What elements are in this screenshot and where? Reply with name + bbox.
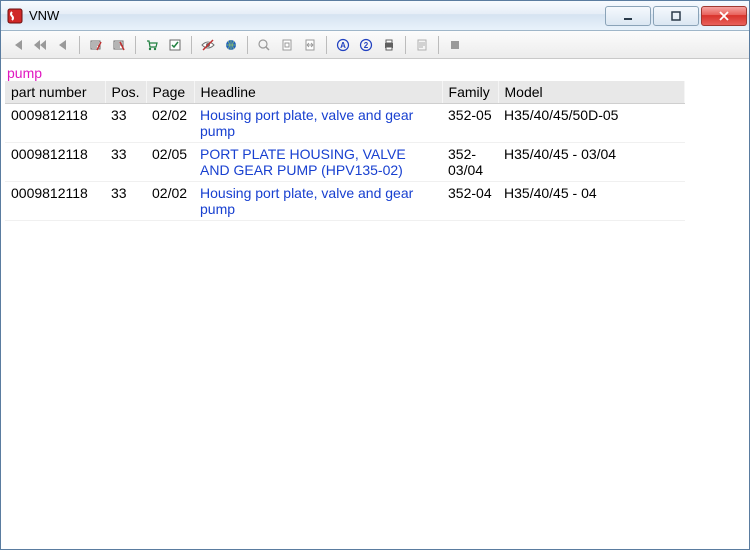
- app-icon: [7, 8, 23, 24]
- col-headline[interactable]: Headline: [194, 81, 442, 104]
- col-part-number[interactable]: part number: [5, 81, 105, 104]
- cell-pos: 33: [105, 143, 146, 182]
- cell-headline-link[interactable]: Housing port plate, valve and gear pump: [194, 182, 442, 221]
- cell-family: 352-05: [442, 104, 498, 143]
- page-fit-icon[interactable]: [277, 35, 297, 55]
- checklist-icon[interactable]: [165, 35, 185, 55]
- prev-icon[interactable]: [53, 35, 73, 55]
- col-pos[interactable]: Pos.: [105, 81, 146, 104]
- separator: [326, 36, 327, 54]
- a2-icon[interactable]: 2: [356, 35, 376, 55]
- minimize-button[interactable]: [605, 6, 651, 26]
- client-area: pump part number Pos. Page Headline Fami…: [1, 59, 749, 549]
- separator: [438, 36, 439, 54]
- separator: [405, 36, 406, 54]
- svg-text:A: A: [340, 41, 346, 50]
- rewind-icon[interactable]: [30, 35, 50, 55]
- open-book-alt-icon[interactable]: [109, 35, 129, 55]
- separator: [247, 36, 248, 54]
- cell-headline-link[interactable]: PORT PLATE HOUSING, VALVE AND GEAR PUMP …: [194, 143, 442, 182]
- cell-part-number: 0009812118: [5, 104, 105, 143]
- cell-page: 02/05: [146, 143, 194, 182]
- eye-off-icon[interactable]: [198, 35, 218, 55]
- col-page[interactable]: Page: [146, 81, 194, 104]
- results-table: part number Pos. Page Headline Family Mo…: [5, 81, 685, 221]
- window-title: VNW: [29, 8, 603, 23]
- table-row[interactable]: 0009812118 33 02/05 PORT PLATE HOUSING, …: [5, 143, 685, 182]
- page-width-icon[interactable]: [300, 35, 320, 55]
- maximize-button[interactable]: [653, 6, 699, 26]
- globe-icon[interactable]: [221, 35, 241, 55]
- table-row[interactable]: 0009812118 33 02/02 Housing port plate, …: [5, 182, 685, 221]
- a1-icon[interactable]: A: [333, 35, 353, 55]
- separator: [135, 36, 136, 54]
- zoom-icon[interactable]: [254, 35, 274, 55]
- app-window: VNW A 2: [0, 0, 750, 550]
- cell-page: 02/02: [146, 104, 194, 143]
- window-controls: [603, 6, 747, 26]
- stop-icon[interactable]: [445, 35, 465, 55]
- cell-part-number: 0009812118: [5, 143, 105, 182]
- cell-page: 02/02: [146, 182, 194, 221]
- col-family[interactable]: Family: [442, 81, 498, 104]
- close-button[interactable]: [701, 6, 747, 26]
- cell-headline-link[interactable]: Housing port plate, valve and gear pump: [194, 104, 442, 143]
- note-icon[interactable]: [412, 35, 432, 55]
- cell-family: 352-03/04: [442, 143, 498, 182]
- table-row[interactable]: 0009812118 33 02/02 Housing port plate, …: [5, 104, 685, 143]
- cell-pos: 33: [105, 104, 146, 143]
- cell-model: H35/40/45 - 03/04: [498, 143, 684, 182]
- first-icon[interactable]: [7, 35, 27, 55]
- header-row: part number Pos. Page Headline Family Mo…: [5, 81, 685, 104]
- separator: [79, 36, 80, 54]
- col-model[interactable]: Model: [498, 81, 684, 104]
- search-term: pump: [5, 63, 745, 81]
- toolbar: A 2: [1, 31, 749, 59]
- cell-family: 352-04: [442, 182, 498, 221]
- cart-icon[interactable]: [142, 35, 162, 55]
- cell-model: H35/40/45 - 04: [498, 182, 684, 221]
- svg-text:2: 2: [364, 41, 369, 50]
- cell-pos: 33: [105, 182, 146, 221]
- print-icon[interactable]: [379, 35, 399, 55]
- titlebar: VNW: [1, 1, 749, 31]
- cell-part-number: 0009812118: [5, 182, 105, 221]
- separator: [191, 36, 192, 54]
- open-book-icon[interactable]: [86, 35, 106, 55]
- cell-model: H35/40/45/50D-05: [498, 104, 684, 143]
